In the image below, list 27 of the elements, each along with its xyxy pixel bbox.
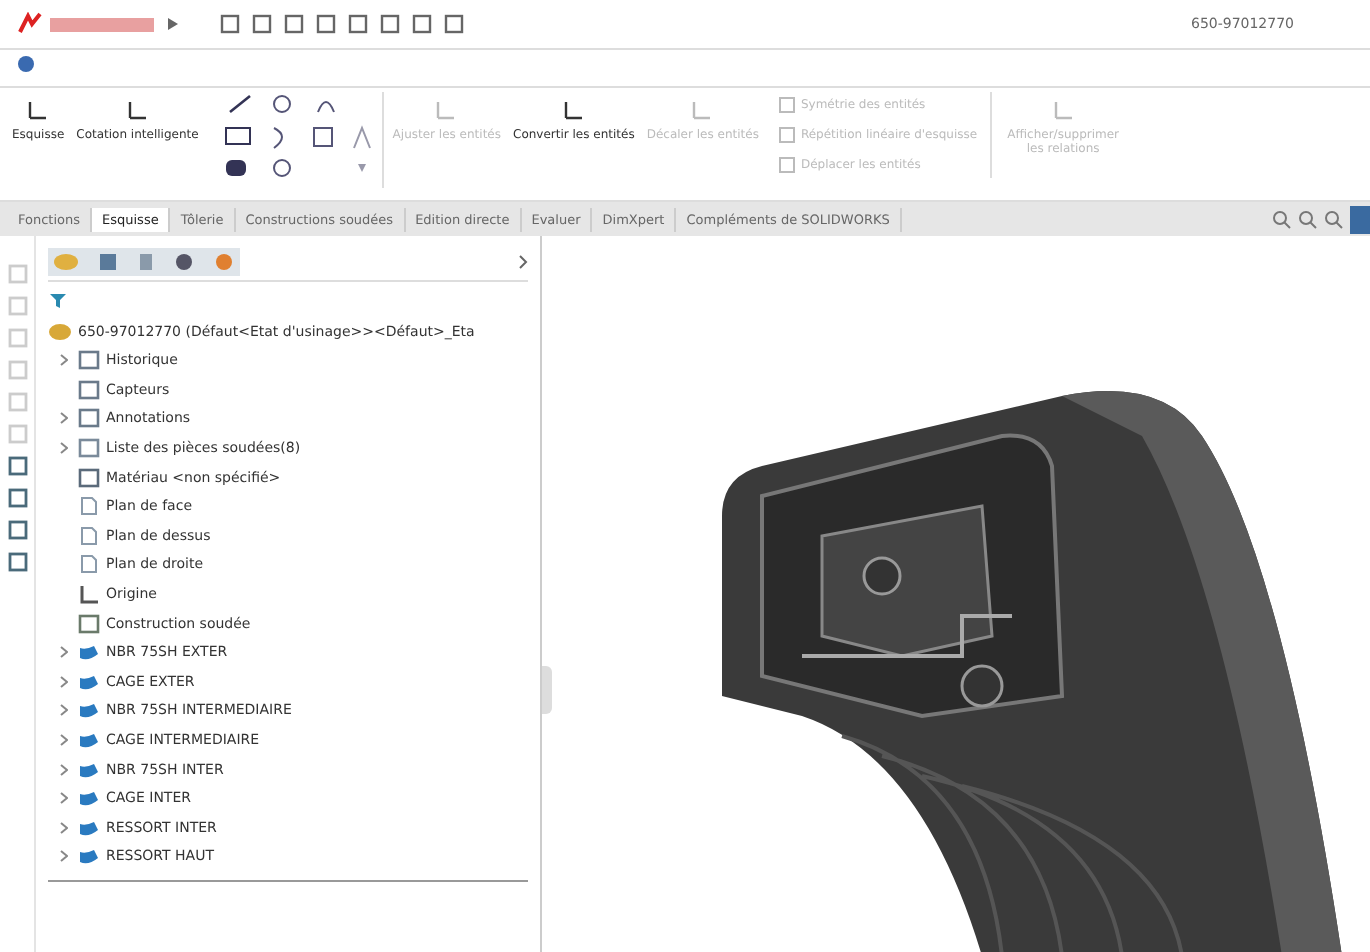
square-icon [778, 126, 797, 144]
search-icon[interactable] [1298, 209, 1318, 229]
toolbar-icon[interactable] [346, 12, 370, 36]
toolbar-icon[interactable] [442, 12, 466, 36]
square-icon [778, 156, 797, 174]
toolbar-icon[interactable] [410, 12, 434, 36]
chevron-icon[interactable] [518, 254, 528, 270]
filter-icon[interactable] [48, 290, 68, 310]
toolbar-icon[interactable] [314, 12, 338, 36]
search-icon[interactable] [1324, 209, 1344, 229]
sketch-icon [125, 98, 150, 122]
solidworks-logo [16, 12, 156, 36]
search-icon[interactable] [1272, 209, 1292, 229]
square-icon [778, 96, 797, 114]
sketch-icon [26, 98, 51, 122]
sketch-icon [1051, 98, 1076, 122]
caret-icon[interactable] [168, 18, 178, 30]
sketch-icon [434, 98, 459, 122]
panel-tab-strip[interactable] [48, 248, 240, 276]
toolbar-icon[interactable] [282, 12, 306, 36]
toolbar-icon[interactable] [378, 12, 402, 36]
panel-handle[interactable] [542, 666, 552, 714]
toolbar-icon[interactable] [250, 12, 274, 36]
sketch-icon [690, 98, 715, 122]
toolbar-icon[interactable] [218, 12, 242, 36]
sketch-icon [561, 98, 586, 122]
part-icon [48, 322, 72, 342]
